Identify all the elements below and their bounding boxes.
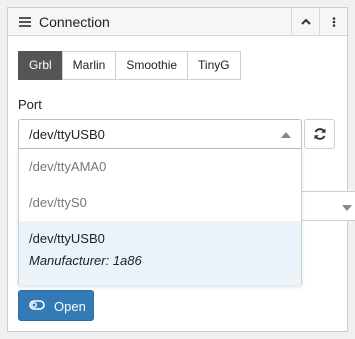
- chevron-up-icon: [301, 18, 311, 25]
- tab-grbl[interactable]: Grbl: [18, 51, 63, 80]
- port-option-manufacturer: Manufacturer: 1a86: [29, 253, 142, 268]
- open-button[interactable]: Open: [18, 290, 94, 321]
- collapse-button[interactable]: [291, 8, 319, 36]
- caret-up-icon: [281, 132, 291, 138]
- port-option-selected[interactable]: /dev/ttyUSB0 Manufacturer: 1a86: [19, 221, 301, 285]
- widget-title: Connection: [39, 14, 110, 30]
- tab-marlin[interactable]: Marlin: [61, 51, 117, 80]
- controller-type-tabs: Grbl Marlin Smoothie TinyG: [18, 51, 241, 80]
- port-option[interactable]: /dev/ttyAMA0: [19, 149, 301, 185]
- port-selected-value: /dev/ttyUSB0: [29, 127, 105, 142]
- hamburger-icon[interactable]: [19, 17, 31, 27]
- port-option-name: /dev/ttyUSB0: [29, 231, 105, 246]
- refresh-icon: [314, 128, 326, 140]
- refresh-ports-button[interactable]: [304, 119, 335, 149]
- tab-tinyg[interactable]: TinyG: [187, 51, 241, 80]
- port-option-name: /dev/ttyAMA0: [29, 159, 107, 174]
- connection-widget: Connection Grbl Marlin Smoothie TinyG Po…: [7, 7, 355, 332]
- vertical-ellipsis-icon: [332, 17, 336, 27]
- toggle-off-icon: [29, 300, 45, 310]
- open-button-label: Open: [54, 299, 86, 314]
- port-select[interactable]: /dev/ttyUSB0: [18, 119, 302, 149]
- more-options-button[interactable]: [319, 8, 347, 36]
- port-label: Port: [18, 97, 42, 112]
- port-option-name: /dev/ttyS0: [29, 195, 87, 210]
- widget-header: Connection: [8, 8, 347, 36]
- tab-smoothie[interactable]: Smoothie: [115, 51, 189, 80]
- port-option[interactable]: /dev/ttyS0: [19, 185, 301, 221]
- port-dropdown-menu: /dev/ttyAMA0 /dev/ttyS0 /dev/ttyUSB0 Man…: [18, 149, 302, 285]
- caret-down-icon: [342, 205, 352, 211]
